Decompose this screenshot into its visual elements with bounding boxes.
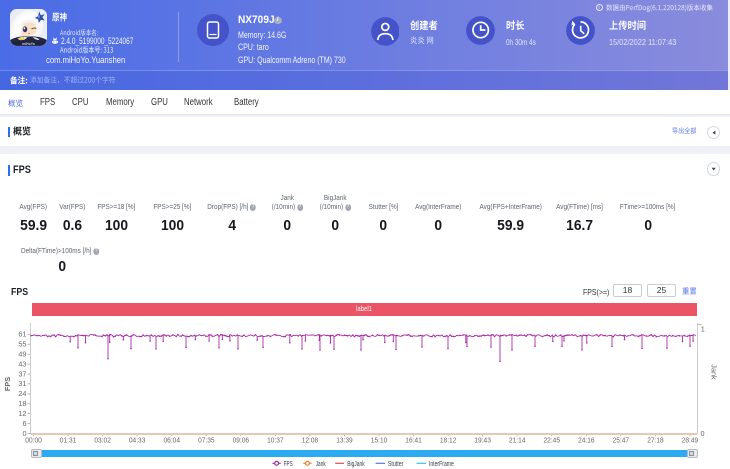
svg-text:Jank: Jank <box>316 461 326 468</box>
svg-text:BigJank: BigJank <box>347 461 365 468</box>
svg-text:FPS: FPS <box>284 461 293 468</box>
svg-text:Stutter: Stutter <box>388 461 404 468</box>
svg-text:InterFrame: InterFrame <box>429 461 454 468</box>
